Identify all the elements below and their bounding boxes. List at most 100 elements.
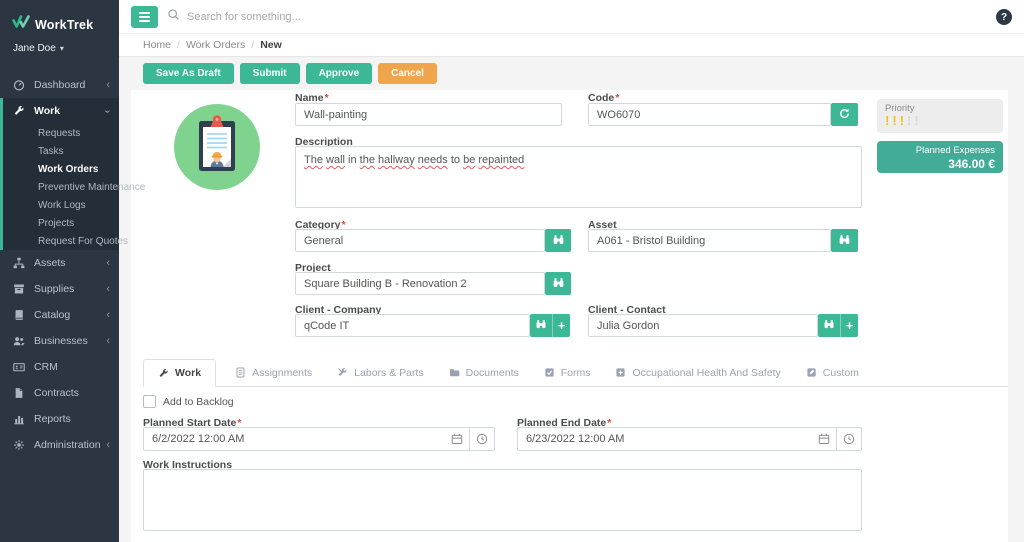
category-input[interactable]	[295, 229, 545, 252]
sidebar-item-requests[interactable]: Requests	[3, 124, 119, 142]
sidebar-item-assets[interactable]: Assets ‹	[0, 250, 119, 276]
brand[interactable]: WorkTrek	[0, 0, 119, 34]
sidebar-item-work-logs[interactable]: Work Logs	[3, 196, 119, 214]
checkbox-icon[interactable]	[143, 395, 156, 408]
user-name: Jane Doe	[13, 43, 56, 54]
sidebar-item-preventive-maintenance[interactable]: Preventive Maintenance	[3, 178, 119, 196]
sidebar-item-tasks[interactable]: Tasks	[3, 142, 119, 160]
breadcrumb-home[interactable]: Home	[143, 39, 171, 51]
planned-expenses-value: 346.00 €	[885, 157, 995, 171]
save-as-draft-button[interactable]: Save As Draft	[143, 63, 234, 84]
tools-icon	[337, 367, 348, 378]
sidebar-item-label: Reports	[34, 413, 71, 425]
tab-forms[interactable]: Forms	[538, 359, 597, 386]
planned-start-date-field	[143, 427, 495, 451]
help-button[interactable]: ?	[996, 9, 1012, 25]
sidebar-item-label: Supplies	[34, 283, 74, 295]
client-company-input[interactable]	[295, 314, 530, 337]
sidebar-item-projects[interactable]: Projects	[3, 214, 119, 232]
calendar-icon[interactable]	[812, 433, 836, 445]
client-contact-input[interactable]	[588, 314, 818, 337]
tab-label: Work	[175, 367, 201, 379]
priority-box[interactable]: Priority !!!!!	[877, 99, 1003, 133]
approve-button[interactable]: Approve	[306, 63, 373, 84]
sidebar-item-catalog[interactable]: Catalog ‹	[0, 302, 119, 328]
file-icon	[13, 387, 28, 399]
sidebar-item-businesses[interactable]: Businesses ‹	[0, 328, 119, 354]
tab-label: Documents	[466, 367, 519, 379]
planned-end-date-field	[517, 427, 862, 451]
add-to-backlog-checkbox[interactable]: Add to Backlog	[143, 395, 234, 408]
wrench-icon	[13, 105, 28, 117]
dashboard-icon	[13, 79, 28, 91]
client-contact-lookup-button[interactable]	[818, 314, 840, 337]
plus-icon: +	[846, 319, 854, 332]
breadcrumb-separator: /	[251, 39, 254, 51]
sidebar-item-supplies[interactable]: Supplies ‹	[0, 276, 119, 302]
worktrek-app: WorkTrek Jane Doe ▾ Dashboard ‹ Work ‹ R…	[0, 0, 1024, 542]
description-box[interactable]: The wall in the hallway needs to be repa…	[295, 146, 862, 208]
asset-input[interactable]	[588, 229, 831, 252]
tab-labors-parts[interactable]: Labors & Parts	[331, 359, 429, 386]
tab-label: Custom	[823, 367, 859, 379]
planned-start-date-input[interactable]	[144, 433, 445, 445]
sidebar-item-dashboard[interactable]: Dashboard ‹	[0, 72, 119, 98]
sidebar-item-reports[interactable]: Reports	[0, 406, 119, 432]
sidebar-item-label: Work	[34, 105, 60, 117]
code-input[interactable]	[588, 103, 831, 126]
folder-icon	[449, 367, 460, 378]
tab-work[interactable]: Work	[143, 359, 216, 387]
binoculars-icon	[838, 233, 851, 249]
client-company-add-button[interactable]: +	[552, 314, 570, 337]
tab-custom[interactable]: Custom	[800, 359, 865, 386]
project-lookup-button[interactable]	[545, 272, 571, 295]
clock-icon[interactable]	[837, 433, 861, 445]
clock-icon[interactable]	[470, 433, 494, 445]
tab-occupational-health-and-safety[interactable]: Occupational Health And Safety	[609, 359, 786, 386]
detail-tabs: Work Assignments Labors & Parts Document…	[143, 360, 1008, 387]
regenerate-code-button[interactable]	[831, 103, 858, 126]
breadcrumb-separator: /	[177, 39, 180, 51]
binoculars-icon	[823, 318, 835, 333]
sidebar-item-request-for-quotes[interactable]: Request For Quotes	[3, 232, 119, 250]
sidebar-nav: Dashboard ‹ Work ‹ Requests Tasks Work O…	[0, 72, 119, 458]
submit-button[interactable]: Submit	[240, 63, 300, 84]
breadcrumb-current: New	[260, 39, 282, 51]
sidebar-item-label: Assets	[34, 257, 66, 269]
work-submenu: Requests Tasks Work Orders Preventive Ma…	[3, 124, 119, 250]
sidebar-item-administration[interactable]: Administration ‹	[0, 432, 119, 458]
sidebar-item-crm[interactable]: CRM	[0, 354, 119, 380]
plus-icon: +	[558, 319, 566, 332]
tab-assignments[interactable]: Assignments	[229, 359, 318, 386]
client-contact-add-button[interactable]: +	[840, 314, 858, 337]
sidebar-item-work[interactable]: Work ‹	[3, 98, 119, 124]
breadcrumb-work-orders[interactable]: Work Orders	[186, 39, 245, 51]
file-lines-icon	[235, 367, 246, 378]
planned-end-date-input[interactable]	[518, 433, 812, 445]
chevron-down-icon: ‹	[103, 109, 114, 113]
search-input[interactable]	[187, 11, 467, 23]
chevron-left-icon: ‹	[106, 80, 110, 91]
cancel-button[interactable]: Cancel	[378, 63, 437, 84]
sidebar-toggle-button[interactable]	[131, 6, 158, 28]
backlog-label: Add to Backlog	[163, 396, 234, 408]
sidebar-item-work-orders[interactable]: Work Orders	[3, 160, 119, 178]
sidebar-item-contracts[interactable]: Contracts	[0, 380, 119, 406]
client-company-lookup-button[interactable]	[530, 314, 552, 337]
tab-label: Forms	[561, 367, 591, 379]
tab-documents[interactable]: Documents	[443, 359, 525, 386]
sidebar-item-label: Businesses	[34, 335, 88, 347]
name-input[interactable]	[295, 103, 562, 126]
asset-lookup-button[interactable]	[831, 229, 858, 252]
chevron-left-icon: ‹	[106, 258, 110, 269]
category-lookup-button[interactable]	[545, 229, 571, 252]
chevron-left-icon: ‹	[106, 284, 110, 295]
action-buttons: Save As Draft Submit Approve Cancel	[143, 63, 437, 84]
binoculars-icon	[552, 276, 565, 292]
calendar-icon[interactable]	[445, 433, 469, 445]
tab-label: Occupational Health And Safety	[632, 367, 780, 379]
user-menu[interactable]: Jane Doe ▾	[0, 34, 119, 54]
work-instructions-textarea[interactable]	[143, 469, 862, 531]
project-input[interactable]	[295, 272, 545, 295]
planned-expenses-box: Planned Expenses 346.00 €	[877, 141, 1003, 173]
